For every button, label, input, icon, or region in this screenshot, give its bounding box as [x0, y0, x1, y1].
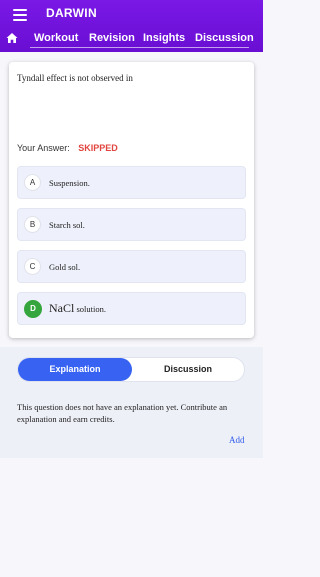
- your-answer-row: Your Answer: SKIPPED: [17, 143, 118, 153]
- app-title: DARWIN: [46, 6, 97, 20]
- option-formula: NaCl: [49, 301, 75, 315]
- tab-explanation[interactable]: Explanation: [18, 358, 132, 381]
- option-letter: B: [24, 216, 41, 233]
- answer-status-badge: SKIPPED: [78, 143, 118, 153]
- option-d-correct[interactable]: D NaCl solution.: [17, 292, 246, 325]
- your-answer-label: Your Answer:: [17, 143, 70, 153]
- option-letter: A: [24, 174, 41, 191]
- question-card: Tyndall effect is not observed in Your A…: [9, 62, 254, 338]
- nav-underline: [30, 47, 249, 48]
- option-text: Starch sol.: [49, 220, 85, 230]
- home-icon[interactable]: [6, 32, 18, 44]
- option-b[interactable]: B Starch sol.: [17, 208, 246, 241]
- option-text: Gold sol.: [49, 262, 81, 272]
- nav-revision[interactable]: Revision: [89, 32, 135, 44]
- question-text: Tyndall effect is not observed in: [17, 73, 133, 83]
- option-text-rest: solution.: [74, 304, 106, 314]
- option-text: Suspension.: [49, 178, 90, 188]
- nav-insights[interactable]: Insights: [143, 32, 185, 44]
- add-explanation-link[interactable]: Add: [229, 435, 245, 445]
- nav-workout[interactable]: Workout: [34, 32, 78, 44]
- explanation-text: This question does not have an explanati…: [17, 402, 228, 424]
- app-header: DARWIN Workout Revision Insights Discuss…: [0, 0, 263, 52]
- empty-area: [0, 458, 263, 577]
- option-a[interactable]: A Suspension.: [17, 166, 246, 199]
- option-letter-correct: D: [24, 300, 42, 318]
- tab-discussion[interactable]: Discussion: [132, 358, 244, 381]
- nav-discussion[interactable]: Discussion: [195, 32, 254, 44]
- hamburger-menu-icon[interactable]: [13, 9, 27, 21]
- explanation-tabs: Explanation Discussion: [17, 357, 245, 382]
- option-text: NaCl solution.: [49, 301, 106, 316]
- option-letter: C: [24, 258, 41, 275]
- option-c[interactable]: C Gold sol.: [17, 250, 246, 283]
